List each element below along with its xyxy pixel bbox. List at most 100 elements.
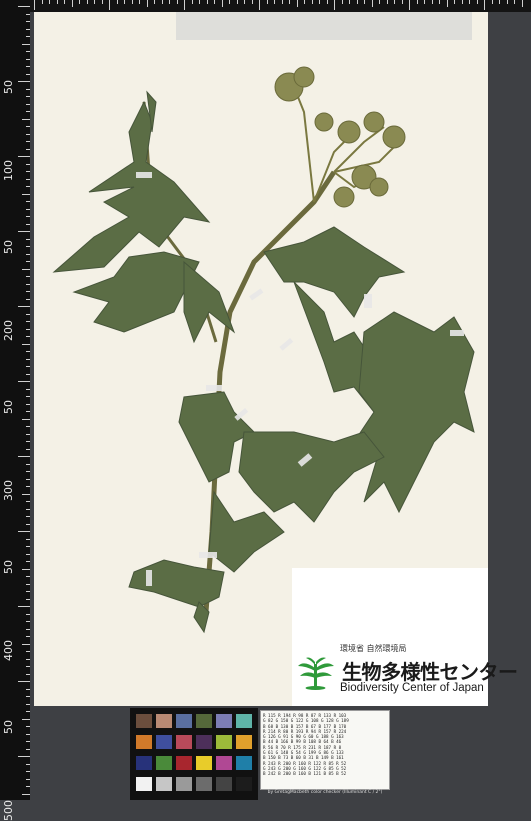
- ruler-tick: [22, 718, 30, 720]
- ruler-tick: [26, 576, 30, 577]
- ruler-tick: [26, 58, 30, 60]
- ruler-tick: [446, 0, 448, 7]
- ruler-tick: [26, 351, 30, 352]
- flower-head: [337, 120, 361, 144]
- color-swatch: [216, 714, 232, 728]
- ruler-label: 300: [2, 480, 15, 501]
- ruler-tick: [334, 0, 335, 10]
- ruler-tick: [26, 733, 30, 735]
- color-checker-caption: by GretagMacbeth color checker (Illumina…: [267, 790, 383, 795]
- color-swatch: [156, 735, 172, 749]
- mounting-tape: [364, 294, 372, 308]
- ruler-tick: [22, 343, 30, 345]
- ruler-tick: [259, 0, 260, 10]
- mounting-tape: [136, 172, 152, 178]
- ruler-tick: [26, 583, 30, 585]
- flower-head: [293, 66, 315, 88]
- ruler-tick: [26, 688, 30, 690]
- color-swatch: [216, 735, 232, 749]
- ruler-tick: [22, 643, 30, 645]
- top-ruler: [30, 0, 531, 12]
- ruler-tick: [26, 501, 30, 502]
- ruler-tick: [79, 0, 80, 4]
- ruler-tick: [26, 426, 30, 427]
- ruler-tick: [26, 441, 30, 442]
- color-swatch: [196, 714, 212, 728]
- color-swatch: [196, 756, 212, 770]
- ruler-tick: [281, 0, 283, 4]
- leaf-far-right: [353, 311, 475, 514]
- ruler-tick: [26, 163, 30, 165]
- ruler-tick: [18, 381, 30, 382]
- ruler-tick: [244, 0, 245, 4]
- side-ruler: 50 100 50 200 50 300 50 400 50 500: [0, 0, 30, 821]
- ruler-tick: [26, 276, 30, 277]
- ruler-tick: [94, 0, 95, 4]
- ruler-tick: [26, 433, 30, 435]
- ruler-tick: [146, 0, 148, 7]
- flower-head: [369, 177, 389, 197]
- ruler-tick: [454, 0, 455, 4]
- color-swatch: [136, 714, 152, 728]
- ruler-tick: [26, 748, 30, 750]
- ruler-tick: [26, 291, 30, 292]
- ruler-tick: [26, 561, 30, 562]
- ruler-tick: [26, 396, 30, 397]
- ruler-tick: [116, 0, 118, 4]
- ruler-tick: [191, 0, 193, 4]
- color-checker: [130, 708, 258, 800]
- ruler-tick: [18, 231, 30, 232]
- ruler-tick: [26, 471, 30, 472]
- ruler-tick: [22, 268, 30, 270]
- ruler-tick: [26, 673, 30, 675]
- ruler-tick: [439, 0, 440, 4]
- color-swatch: [136, 777, 152, 791]
- ruler-tick: [394, 0, 395, 4]
- ruler-tick: [26, 133, 30, 135]
- ruler-tick: [64, 0, 65, 4]
- ruler-tick: [514, 0, 515, 4]
- ruler-tick: [26, 178, 30, 180]
- ruler-tick: [86, 0, 88, 4]
- ruler-tick: [26, 21, 30, 22]
- ruler-tick: [26, 448, 30, 450]
- ruler-label: 500: [2, 800, 15, 821]
- color-values-table: R 115 R 194 R 98 R 87 R 133 R 103 G 82 G…: [260, 710, 390, 790]
- ruler-tick: [371, 0, 373, 7]
- ruler-tick: [26, 283, 30, 285]
- ruler-label: 100: [2, 160, 15, 181]
- ruler-tick: [26, 28, 30, 30]
- plant-specimen: [52, 66, 475, 634]
- ruler-tick: [221, 0, 223, 7]
- ruler-tick: [71, 0, 73, 7]
- ruler-label: 200: [2, 320, 15, 341]
- ruler-tick: [26, 786, 30, 787]
- ruler-tick: [311, 0, 313, 4]
- ruler-tick: [304, 0, 305, 4]
- color-swatch: [136, 735, 152, 749]
- ruler-tick: [236, 0, 238, 4]
- leaf-upper-left: [52, 100, 211, 273]
- ruler-tick: [26, 201, 30, 202]
- ruler-tick: [26, 13, 30, 15]
- ruler-tick: [22, 493, 30, 495]
- ruler-tick: [521, 0, 523, 7]
- ruler-tick: [26, 88, 30, 90]
- ruler-tick: [319, 0, 320, 4]
- ruler-tick: [26, 778, 30, 780]
- ruler-tick: [101, 0, 103, 4]
- leaf-upper-right: [263, 226, 406, 318]
- ruler-tick: [26, 216, 30, 217]
- ruler-tick: [26, 763, 30, 765]
- ruler-tick: [476, 0, 478, 4]
- ruler-tick: [416, 0, 418, 4]
- color-swatch: [196, 777, 212, 791]
- ruler-tick: [176, 0, 178, 4]
- ruler-tick: [22, 43, 30, 45]
- ruler-tick: [169, 0, 170, 4]
- ruler-tick: [26, 628, 30, 630]
- ruler-tick: [26, 411, 30, 412]
- ruler-tick: [184, 0, 185, 10]
- ruler-tick: [18, 306, 30, 307]
- color-swatch: [176, 714, 192, 728]
